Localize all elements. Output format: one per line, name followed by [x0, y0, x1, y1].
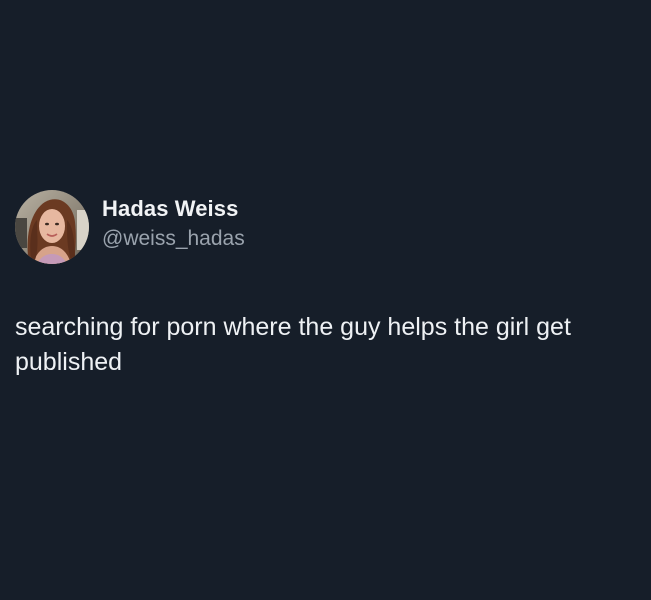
tweet-card: Hadas Weiss @weiss_hadas searching for p… [0, 0, 651, 600]
tweet-text: searching for porn where the guy helps t… [15, 313, 571, 376]
profile-photo-icon [15, 190, 89, 264]
user-handle[interactable]: @weiss_hadas [102, 225, 245, 253]
tweet-header: Hadas Weiss @weiss_hadas [15, 190, 245, 264]
avatar[interactable] [15, 190, 89, 264]
display-name[interactable]: Hadas Weiss [102, 195, 245, 223]
author-names: Hadas Weiss @weiss_hadas [102, 195, 245, 253]
